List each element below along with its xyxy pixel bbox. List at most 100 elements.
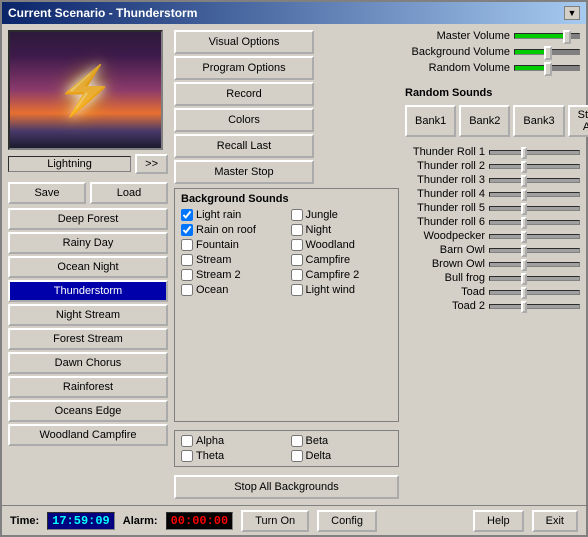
random-sound-row: Toad <box>405 286 580 298</box>
preview-label-row: Lightning >> <box>8 154 168 174</box>
bank3-button[interactable]: Bank3 <box>513 105 564 137</box>
bg-sound-checkbox-rain-on-roof[interactable] <box>181 224 193 236</box>
random-sound-slider-thunder-roll-6[interactable] <box>489 220 580 225</box>
scenario-item-thunderstorm[interactable]: Thunderstorm <box>8 280 168 302</box>
random-sound-slider-thunder-roll-2[interactable] <box>489 164 580 169</box>
scenario-item-rainy-day[interactable]: Rainy Day <box>8 232 168 254</box>
stop-all-random-button[interactable]: Stop All <box>568 105 588 137</box>
record-button[interactable]: Record <box>174 82 314 106</box>
background-volume-row: Background Volume <box>405 46 580 58</box>
program-options-button[interactable]: Program Options <box>174 56 314 80</box>
bg-sound-checkbox-night[interactable] <box>291 224 303 236</box>
bg-sound-checkbox-ocean[interactable] <box>181 284 193 296</box>
bg-sound-checkbox-stream[interactable] <box>181 254 193 266</box>
random-sound-row: Barn Owl <box>405 244 580 256</box>
bg-sound-label: Night <box>306 224 332 236</box>
random-sound-row: Thunder roll 2 <box>405 160 580 172</box>
random-sound-slider-woodpecker[interactable] <box>489 234 580 239</box>
random-sound-row: Thunder roll 4 <box>405 188 580 200</box>
wave-item: Alpha <box>181 435 283 447</box>
wave-item: Delta <box>291 450 393 462</box>
scenario-item-dawn-chorus[interactable]: Dawn Chorus <box>8 352 168 374</box>
bg-sound-label: Stream 2 <box>196 269 241 281</box>
left-panel: ⚡ Lightning >> Save Load Deep ForestRain… <box>8 30 168 499</box>
sound-rows: Thunder Roll 1Thunder roll 2Thunder roll… <box>405 146 580 314</box>
master-stop-button[interactable]: Master Stop <box>174 160 314 184</box>
nav-next-button[interactable]: >> <box>135 154 168 174</box>
minimize-button[interactable]: ▼ <box>564 6 580 20</box>
time-label: Time: <box>10 515 39 527</box>
random-sound-slider-toad-2[interactable] <box>489 304 580 309</box>
wave-checkbox-alpha[interactable] <box>181 435 193 447</box>
scenario-item-oceans-edge[interactable]: Oceans Edge <box>8 400 168 422</box>
load-button[interactable]: Load <box>90 182 168 204</box>
bank2-button[interactable]: Bank2 <box>459 105 510 137</box>
random-sound-row: Thunder roll 5 <box>405 202 580 214</box>
help-button[interactable]: Help <box>473 510 524 532</box>
bg-sound-item: Light rain <box>181 209 283 221</box>
background-volume-slider[interactable] <box>514 49 580 55</box>
volume-section: Master Volume Background Volume Random V… <box>405 30 580 78</box>
random-sound-slider-thunder-roll-4[interactable] <box>489 192 580 197</box>
top-buttons: Visual Options Program Options Record Co… <box>174 30 314 184</box>
random-sound-slider-thunder-roll-3[interactable] <box>489 178 580 183</box>
random-sound-slider-thunder-roll-5[interactable] <box>489 206 580 211</box>
wave-checkbox-beta[interactable] <box>291 435 303 447</box>
bg-sound-item: Woodland <box>291 239 393 251</box>
bg-sound-checkbox-stream-2[interactable] <box>181 269 193 281</box>
scenario-item-rainforest[interactable]: Rainforest <box>8 376 168 398</box>
lightning-icon: ⚡ <box>56 62 116 119</box>
random-volume-row: Random Volume <box>405 62 580 74</box>
bg-sound-checkbox-jungle[interactable] <box>291 209 303 221</box>
scenario-item-night-stream[interactable]: Night Stream <box>8 304 168 326</box>
wave-label: Alpha <box>196 435 224 447</box>
bg-sounds-title: Background Sounds <box>181 193 392 205</box>
bg-sound-label: Light rain <box>196 209 241 221</box>
bg-sound-checkbox-woodland[interactable] <box>291 239 303 251</box>
config-button[interactable]: Config <box>317 510 377 532</box>
exit-button[interactable]: Exit <box>532 510 578 532</box>
bank1-button[interactable]: Bank1 <box>405 105 456 137</box>
bg-sound-item: Campfire <box>291 254 393 266</box>
recall-last-button[interactable]: Recall Last <box>174 134 314 158</box>
bg-sound-label: Jungle <box>306 209 338 221</box>
bg-sound-checkbox-light-rain[interactable] <box>181 209 193 221</box>
wave-checkbox-delta[interactable] <box>291 450 303 462</box>
sounds-grid: Light rain Jungle Rain on roof Night Fountai… <box>181 209 392 296</box>
bg-sound-item: Rain on roof <box>181 224 283 236</box>
bg-sound-label: Campfire 2 <box>306 269 360 281</box>
random-sound-slider-barn-owl[interactable] <box>489 248 580 253</box>
random-sound-slider-thunder-roll-1[interactable] <box>489 150 580 155</box>
stop-all-backgrounds-button[interactable]: Stop All Backgrounds <box>174 475 399 499</box>
scenario-item-ocean-night[interactable]: Ocean Night <box>8 256 168 278</box>
random-sound-name: Thunder roll 5 <box>405 202 485 214</box>
wave-checkbox-theta[interactable] <box>181 450 193 462</box>
scenario-item-forest-stream[interactable]: Forest Stream <box>8 328 168 350</box>
bg-sound-checkbox-fountain[interactable] <box>181 239 193 251</box>
bg-sound-checkbox-campfire-2[interactable] <box>291 269 303 281</box>
bg-sound-checkbox-campfire[interactable] <box>291 254 303 266</box>
random-volume-slider[interactable] <box>514 65 580 71</box>
random-sound-slider-brown-owl[interactable] <box>489 262 580 267</box>
background-volume-label: Background Volume <box>405 46 510 58</box>
turn-on-button[interactable]: Turn On <box>241 510 309 532</box>
bg-sound-item: Fountain <box>181 239 283 251</box>
bottom-bar: Time: 17:59:09 Alarm: 00:00:00 Turn On C… <box>2 505 586 535</box>
save-button[interactable]: Save <box>8 182 86 204</box>
random-sound-row: Toad 2 <box>405 300 580 312</box>
random-sound-slider-bull-frog[interactable] <box>489 276 580 281</box>
random-sound-row: Thunder roll 6 <box>405 216 580 228</box>
colors-button[interactable]: Colors <box>174 108 314 132</box>
middle-panel: Visual Options Program Options Record Co… <box>174 30 399 499</box>
scenario-list: Deep ForestRainy DayOcean NightThunderst… <box>8 208 168 446</box>
master-volume-slider[interactable] <box>514 33 580 39</box>
random-sound-name: Woodpecker <box>405 230 485 242</box>
visual-options-button[interactable]: Visual Options <box>174 30 314 54</box>
scenario-item-deep-forest[interactable]: Deep Forest <box>8 208 168 230</box>
preview-box: ⚡ <box>8 30 163 150</box>
scenario-item-woodland-campfire[interactable]: Woodland Campfire <box>8 424 168 446</box>
random-sound-slider-toad[interactable] <box>489 290 580 295</box>
bg-sound-item: Ocean <box>181 284 283 296</box>
random-sound-row: Thunder roll 3 <box>405 174 580 186</box>
bg-sound-checkbox-light-wind[interactable] <box>291 284 303 296</box>
